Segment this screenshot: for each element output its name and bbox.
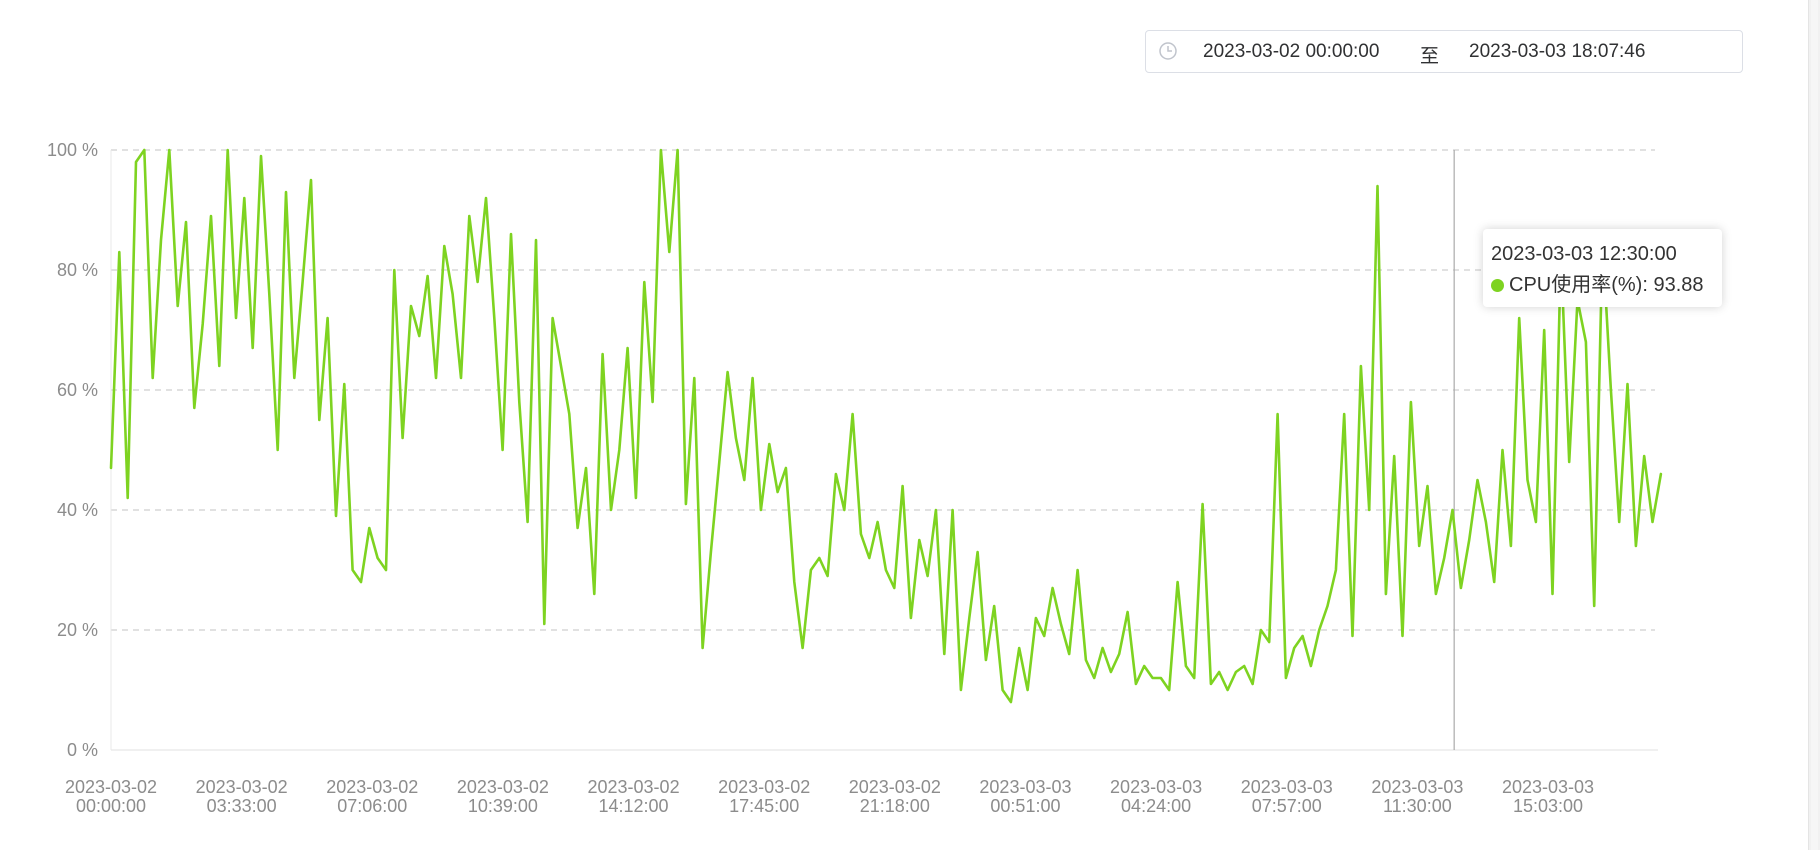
y-tick-label: 0 %: [67, 740, 98, 760]
y-tick-label: 60 %: [57, 380, 98, 400]
page-scrollbar[interactable]: [1808, 0, 1820, 850]
x-tick: 2023-03-0207:06:00: [326, 777, 418, 816]
x-tick-time: 11:30:00: [1383, 796, 1452, 816]
x-tick-time: 17:45:00: [729, 796, 799, 816]
cpu-usage-chart[interactable]: 0 % 20 % 40 % 60 % 80 % 100 % 2023-03-02 00:00…: [0, 0, 1820, 850]
x-tick-time: 07:06:00: [337, 796, 407, 816]
tooltip-series-row: CPU使用率(%): 93.88: [1491, 270, 1714, 301]
range-start-input[interactable]: 2023-03-02 00:00:00: [1203, 41, 1379, 63]
x-axis: 2023-03-0200:00:002023-03-0203:33:002023…: [65, 777, 1594, 816]
x-tick-time: 14:12:00: [599, 796, 669, 816]
x-tick-date: 2023-03-02: [457, 777, 549, 797]
y-tick-label: 40 %: [57, 500, 98, 520]
x-tick: 2023-03-0315:03:00: [1502, 777, 1594, 816]
x-tick-date: 2023-03-03: [979, 777, 1071, 797]
x-tick: 2023-03-0300:51:00: [979, 777, 1071, 816]
x-tick-date: 2023-03-02: [718, 777, 810, 797]
x-tick-time: 04:24:00: [1121, 796, 1191, 816]
clock-icon: [1158, 41, 1178, 61]
x-tick-time: 00:00:00: [76, 796, 146, 816]
y-tick-label: 100 %: [47, 140, 98, 160]
y-tick-label: 20 %: [57, 620, 98, 640]
x-tick-date: 2023-03-03: [1110, 777, 1202, 797]
page: 0 % 20 % 40 % 60 % 80 % 100 % 2023-03-02 00:00…: [0, 0, 1820, 850]
date-range-picker[interactable]: 2023-03-02 00:00:00 至 2023-03-03 18:07:4…: [1145, 30, 1743, 73]
x-tick: 2023-03-0307:57:00: [1241, 777, 1333, 816]
x-tick-date: 2023-03-03: [1502, 777, 1594, 797]
x-tick-time: 03:33:00: [207, 796, 277, 816]
x-tick-time: 00:51:00: [990, 796, 1060, 816]
y-axis: 0 % 20 % 40 % 60 % 80 % 100 %: [47, 140, 112, 760]
x-tick: 2023-03-0203:33:00: [196, 777, 288, 816]
x-tick: 2023-03-0304:24:00: [1110, 777, 1202, 816]
x-tick-date: 2023-03-02: [65, 777, 157, 797]
x-tick: 2023-03-0210:39:00: [457, 777, 549, 816]
x-tick-date: 2023-03-02: [588, 777, 680, 797]
x-tick-date: 2023-03-03: [1241, 777, 1333, 797]
y-tick-label: 80 %: [57, 260, 98, 280]
chart-svg: 0 %20 %40 %60 %80 %100 % 2023-03-0200:00…: [47, 140, 1663, 816]
x-tick: 2023-03-0217:45:00: [718, 777, 810, 816]
x-tick-time: 07:57:00: [1252, 796, 1322, 816]
grid-layer: [111, 149, 1658, 751]
x-tick: 2023-03-0221:18:00: [849, 777, 941, 816]
x-tick-date: 2023-03-02: [326, 777, 418, 797]
scrollbar-thumb[interactable]: [1811, 0, 1818, 850]
x-tick-date: 2023-03-02: [196, 777, 288, 797]
x-tick: 2023-03-0214:12:00: [588, 777, 680, 816]
series-layer: [109, 148, 1663, 704]
x-tick: 2023-03-0311:30:00: [1371, 777, 1463, 816]
tooltip-time: 2023-03-03 12:30:00: [1491, 243, 1677, 265]
x-tick-date: 2023-03-02: [849, 777, 941, 797]
x-tick-time: 10:39:00: [468, 796, 538, 816]
tooltip-series-value: CPU使用率(%): 93.88: [1509, 274, 1704, 296]
series-line-cpu: [109, 148, 1663, 704]
x-tick: 2023-03-0200:00:00: [65, 777, 157, 816]
x-tick-date: 2023-03-03: [1371, 777, 1463, 797]
series-dot-icon: [1491, 279, 1504, 292]
x-tick-time: 21:18:00: [860, 796, 930, 816]
chart-tooltip: 2023-03-03 12:30:00 CPU使用率(%): 93.88: [1483, 229, 1722, 307]
range-end-input[interactable]: 2023-03-03 18:07:46: [1469, 41, 1645, 63]
x-tick-time: 15:03:00: [1513, 796, 1583, 816]
range-separator: 至: [1420, 46, 1440, 67]
